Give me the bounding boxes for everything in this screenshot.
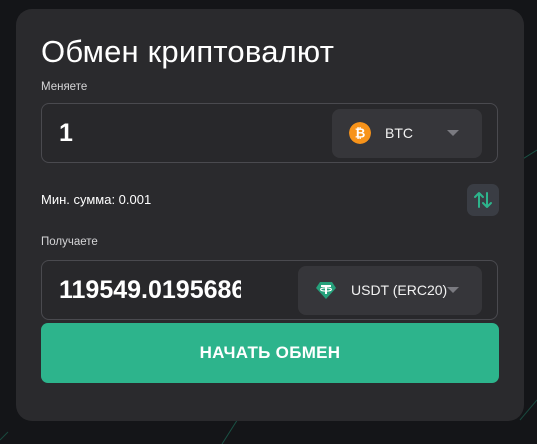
swap-arrows-icon — [474, 192, 492, 208]
give-amount-input[interactable]: 1 — [59, 104, 329, 162]
tether-icon — [316, 282, 336, 299]
start-exchange-button[interactable]: НАЧАТЬ ОБМЕН — [41, 323, 499, 383]
swap-button[interactable] — [467, 184, 499, 216]
receive-currency-select[interactable]: USDT (ERC20) — [298, 266, 482, 315]
receive-field: 119549.0195686 USDT (ERC20) — [41, 260, 498, 320]
give-currency-select[interactable]: ₿ BTC — [332, 109, 482, 158]
give-currency-label: BTC — [385, 125, 413, 141]
receive-amount-input[interactable]: 119549.0195686 — [59, 261, 241, 319]
give-field: 1 ₿ BTC — [41, 103, 498, 163]
min-sum-text: Мин. сумма: 0.001 — [41, 192, 152, 207]
bitcoin-icon: ₿ — [349, 122, 371, 144]
svg-text:₿: ₿ — [355, 127, 366, 142]
receive-currency-label: USDT (ERC20) — [351, 282, 448, 298]
give-label: Меняете — [41, 81, 88, 93]
chevron-down-icon — [447, 287, 459, 293]
chevron-down-icon — [447, 130, 459, 136]
receive-label: Получаете — [41, 236, 98, 248]
page-title: Обмен криптовалют — [41, 34, 335, 69]
